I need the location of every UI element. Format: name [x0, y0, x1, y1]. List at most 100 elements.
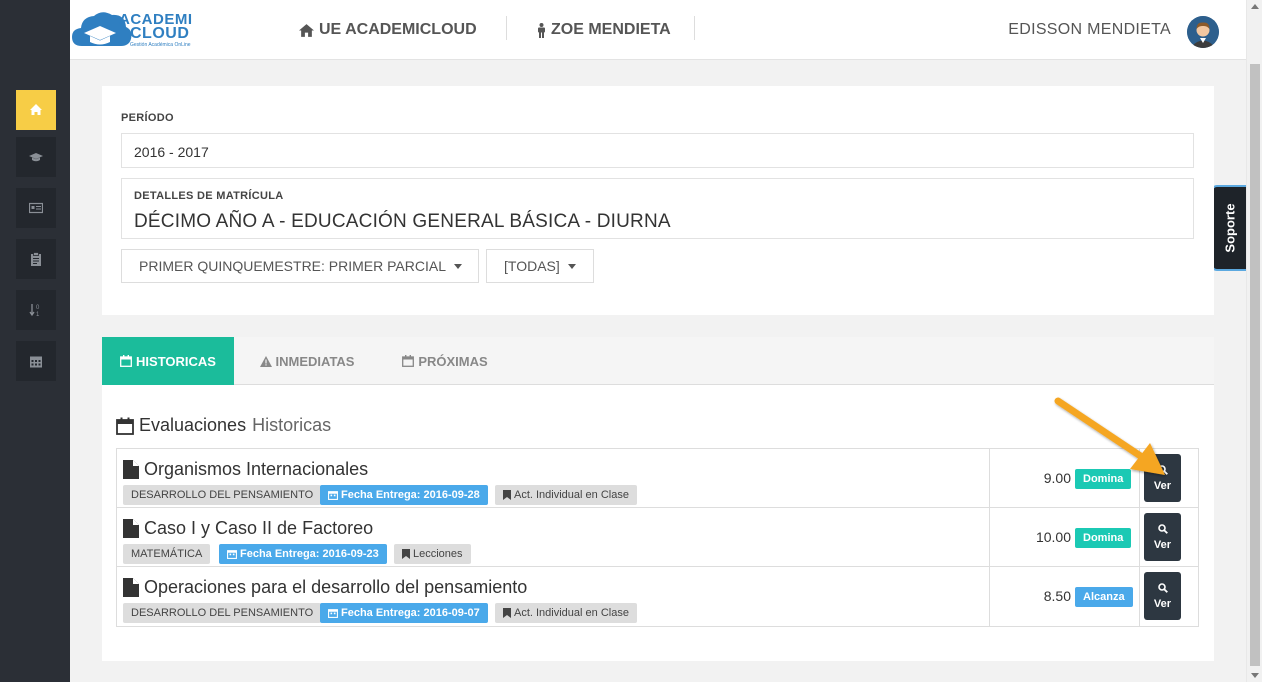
tab-proximas[interactable]: PRÓXIMAS: [380, 337, 510, 385]
logo-tagline: Gestión Académica OnLine: [130, 42, 191, 48]
enrollment-details-label: DETALLES DE MATRÍCULA: [134, 190, 284, 202]
view-button[interactable]: Ver: [1144, 454, 1181, 502]
view-button-label: Ver: [1153, 538, 1172, 551]
institution-link[interactable]: UE ACADEMICLOUD: [299, 0, 477, 60]
bookmark-icon: [503, 608, 511, 618]
academicloud-logo[interactable]: ACADEMI CLOUD Gestión Académica OnLine: [70, 6, 195, 54]
sidebar-item-home[interactable]: [16, 90, 56, 130]
activity-type-text: Act. Individual en Clase: [514, 489, 629, 501]
evaluations-panel: HISTORICAS INMEDIATAS PRÓXIMAS Evaluacio…: [102, 337, 1214, 661]
view-button-label: Ver: [1153, 479, 1172, 492]
vertical-scrollbar[interactable]: [1246, 0, 1262, 682]
left-sidebar: 01: [0, 0, 70, 682]
tab-inmediatas[interactable]: INMEDIATAS: [242, 337, 372, 385]
calendar-icon: [30, 356, 42, 368]
person-icon: [538, 22, 545, 38]
svg-text:1: 1: [36, 312, 40, 317]
section-title-sub: Historicas: [252, 415, 332, 435]
period-field[interactable]: 2016 - 2017: [121, 133, 1194, 168]
file-icon: [123, 578, 139, 597]
calendar-icon: [328, 609, 338, 618]
activity-type-badge: Lecciones: [394, 544, 471, 564]
view-button-label: Ver: [1153, 597, 1172, 610]
due-date-text: Fecha Entrega: 2016-09-07: [341, 607, 480, 619]
svg-text:0: 0: [36, 305, 40, 311]
clipboard-icon: [31, 252, 41, 266]
top-header: ACADEMI CLOUD Gestión Académica OnLine U…: [70, 0, 1246, 60]
tab-historicas-label: HISTORICAS: [136, 353, 216, 369]
due-date-badge: Fecha Entrega: 2016-09-07: [320, 603, 488, 623]
sidebar-item-grades[interactable]: 01: [16, 290, 56, 330]
header-divider: [694, 16, 695, 40]
tab-proximas-label: PRÓXIMAS: [418, 353, 488, 369]
subject-badge: MATEMÁTICA: [123, 544, 211, 564]
column-divider: [989, 508, 990, 566]
view-button[interactable]: Ver: [1144, 513, 1181, 561]
activity-type-badge: Act. Individual en Clase: [495, 603, 637, 623]
partial-select-value: PRIMER QUINQUEMESTRE: PRIMER PARCIAL: [139, 258, 447, 274]
support-tab[interactable]: Soporte: [1211, 185, 1246, 271]
search-icon: [1157, 582, 1168, 593]
subject-badge: DESARROLLO DEL PENSAMIENTO: [123, 603, 322, 623]
evaluation-title: Operaciones para el desarrollo del pensa…: [123, 577, 527, 598]
institution-name: UE ACADEMICLOUD: [319, 21, 477, 38]
sidebar-item-calendar[interactable]: [16, 341, 56, 381]
sort-numeric-icon: 01: [29, 304, 40, 317]
table-row: Organismos Internacionales DESARROLLO DE…: [117, 449, 1198, 508]
evaluation-type-select[interactable]: [TODAS]: [486, 249, 594, 283]
tab-inmediatas-label: INMEDIATAS: [275, 353, 355, 369]
evaluation-name: Operaciones para el desarrollo del pensa…: [144, 577, 528, 597]
period-value: 2016 - 2017: [134, 144, 209, 160]
scroll-down-arrow[interactable]: [1251, 673, 1259, 678]
column-divider: [989, 567, 990, 626]
partial-select[interactable]: PRIMER QUINQUEMESTRE: PRIMER PARCIAL: [121, 249, 479, 283]
calendar-icon: [227, 550, 237, 559]
table-row: Caso I y Caso II de Factoreo MATEMÁTICA …: [117, 508, 1198, 567]
enrollment-details-box: DETALLES DE MATRÍCULA DÉCIMO AÑO A - EDU…: [121, 178, 1194, 239]
search-icon: [1157, 464, 1168, 475]
warning-icon: [259, 355, 272, 367]
score-value: 9.00: [1043, 470, 1071, 486]
column-divider: [1139, 449, 1140, 507]
home-icon: [299, 23, 314, 37]
column-divider: [989, 449, 990, 507]
caret-down-icon: [454, 263, 463, 269]
tab-historicas[interactable]: HISTORICAS: [102, 337, 234, 385]
activity-type-text: Act. Individual en Clase: [514, 607, 629, 619]
evaluations-table: Organismos Internacionales DESARROLLO DE…: [116, 448, 1199, 627]
scroll-thumb[interactable]: [1250, 64, 1260, 666]
avatar[interactable]: [1187, 16, 1219, 48]
home-icon: [30, 104, 42, 115]
search-icon: [1157, 523, 1168, 534]
column-divider: [1139, 508, 1140, 566]
student-link[interactable]: ZOE MENDIETA: [537, 0, 671, 60]
tab-bar: HISTORICAS INMEDIATAS PRÓXIMAS: [102, 337, 1214, 385]
calendar-icon: [402, 355, 415, 367]
sidebar-item-records[interactable]: [16, 188, 56, 228]
status-badge: Domina: [1075, 469, 1132, 489]
activity-type-badge: Act. Individual en Clase: [495, 485, 637, 505]
logo-text-bottom: CLOUD: [130, 25, 190, 42]
header-divider: [506, 16, 507, 40]
period-label: PERÍODO: [121, 112, 174, 124]
sidebar-item-tasks[interactable]: [16, 239, 56, 279]
bookmark-icon: [503, 490, 511, 500]
user-name[interactable]: EDISSON MENDIETA: [1008, 0, 1171, 60]
evaluation-type-value: [TODAS]: [504, 258, 560, 274]
calendar-icon: [116, 417, 134, 435]
section-title-main: Evaluaciones: [139, 415, 247, 435]
activity-type-text: Lecciones: [413, 548, 463, 560]
evaluation-title: Organismos Internacionales: [123, 459, 368, 480]
sidebar-item-courses[interactable]: [16, 137, 56, 177]
evaluation-name: Organismos Internacionales: [144, 459, 369, 479]
scroll-up-arrow[interactable]: [1251, 4, 1259, 9]
subject-badge: DESARROLLO DEL PENSAMIENTO: [123, 485, 322, 505]
column-divider: [1139, 567, 1140, 626]
filter-panel: PERÍODO 2016 - 2017 DETALLES DE MATRÍCUL…: [102, 86, 1214, 315]
view-button[interactable]: Ver: [1144, 572, 1181, 620]
support-tab-label: Soporte: [1222, 203, 1237, 253]
bookmark-icon: [402, 549, 410, 559]
id-card-icon: [29, 202, 43, 214]
evaluation-name: Caso I y Caso II de Factoreo: [144, 518, 374, 538]
file-icon: [123, 460, 139, 479]
